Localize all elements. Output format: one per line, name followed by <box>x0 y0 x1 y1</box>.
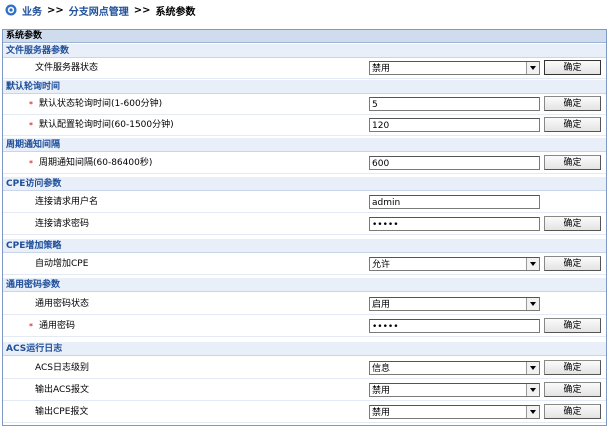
row-status-poll: * 默认状态轮询时间(1-600分钟) 5 确定 <box>3 95 606 115</box>
periodic-interval-input[interactable]: 600 <box>369 156 540 170</box>
section-common-password: 通用密码参数 <box>3 278 606 292</box>
breadcrumb-business-link[interactable]: 业务 <box>22 3 42 18</box>
status-poll-input[interactable]: 5 <box>369 97 540 111</box>
panel-title: 系统参数 <box>3 30 606 43</box>
chevron-down-icon[interactable] <box>526 62 539 74</box>
section-periodic: 周期通知间隔 <box>3 138 606 152</box>
row-common-password: * 通用密码 ••••• 确定 <box>3 317 606 337</box>
row-config-poll: * 默认配置轮询时间(60-1500分钟) 120 确定 <box>3 116 606 136</box>
cpe-msg-label: 输出CPE报文 <box>35 407 89 417</box>
config-poll-input[interactable]: 120 <box>369 118 540 132</box>
periodic-interval-label: 周期通知间隔(60-86400秒) <box>39 158 153 168</box>
chevron-down-icon[interactable] <box>526 362 539 374</box>
section-cpe-add: CPE增加策略 <box>3 239 606 253</box>
acs-level-label: ACS日志级别 <box>35 363 89 373</box>
row-acs-level: ACS日志级别 信息 确定 <box>3 359 606 379</box>
gear-logo-icon <box>5 4 17 16</box>
config-poll-label: 默认配置轮询时间(60-1500分钟) <box>39 120 174 130</box>
chevron-down-icon[interactable] <box>526 384 539 396</box>
system-params-panel: 系统参数 文件服务器参数 文件服务器状态 禁用 确定 默认轮询时间 * 默认状态… <box>2 29 607 426</box>
cpe-add-confirm-button[interactable]: 确定 <box>544 256 601 271</box>
cpe-username-input[interactable]: admin <box>369 195 540 209</box>
breadcrumb: 业务 >> 分支网点管理 >> 系统参数 <box>5 3 196 18</box>
breadcrumb-separator: >> <box>133 4 151 16</box>
cpe-auto-add-label: 自动增加CPE <box>35 259 89 269</box>
row-acs-msg: 输出ACS报文 禁用 确定 <box>3 381 606 401</box>
file-server-status-label: 文件服务器状态 <box>35 63 99 73</box>
common-password-input[interactable]: ••••• <box>369 319 540 333</box>
required-marker: * <box>29 322 33 331</box>
acs-level-select[interactable]: 信息 <box>369 361 540 375</box>
acs-msg-confirm-button[interactable]: 确定 <box>544 382 601 397</box>
section-cpe-access: CPE访问参数 <box>3 177 606 191</box>
file-server-confirm-button[interactable]: 确定 <box>544 60 601 75</box>
common-password-label: 通用密码 <box>39 321 76 331</box>
cpe-auto-add-select[interactable]: 允许 <box>369 257 540 271</box>
row-cpe-username: 连接请求用户名 admin <box>3 193 606 213</box>
status-poll-label: 默认状态轮询时间(1-600分钟) <box>39 99 163 109</box>
row-cpe-auto-add: 自动增加CPE 允许 确定 <box>3 255 606 275</box>
row-file-server-status: 文件服务器状态 禁用 确定 <box>3 59 606 79</box>
common-password-confirm-button[interactable]: 确定 <box>544 318 601 333</box>
cpe-msg-confirm-button[interactable]: 确定 <box>544 404 601 419</box>
required-marker: * <box>29 100 33 109</box>
periodic-confirm-button[interactable]: 确定 <box>544 155 601 170</box>
file-server-status-select[interactable]: 禁用 <box>369 61 540 75</box>
acs-msg-label: 输出ACS报文 <box>35 385 89 395</box>
required-marker: * <box>29 159 33 168</box>
cpe-access-confirm-button[interactable]: 确定 <box>544 216 601 231</box>
row-common-password-status: 通用密码状态 启用 <box>3 295 606 315</box>
acs-level-confirm-button[interactable]: 确定 <box>544 360 601 375</box>
cpe-password-input[interactable]: ••••• <box>369 217 540 231</box>
cpe-username-label: 连接请求用户名 <box>35 197 99 207</box>
section-file-server: 文件服务器参数 <box>3 44 606 58</box>
config-poll-confirm-button[interactable]: 确定 <box>544 117 601 132</box>
row-periodic-interval: * 周期通知间隔(60-86400秒) 600 确定 <box>3 154 606 174</box>
cpe-password-label: 连接请求密码 <box>35 219 90 229</box>
chevron-down-icon[interactable] <box>526 258 539 270</box>
row-cpe-password: 连接请求密码 ••••• 确定 <box>3 215 606 235</box>
breadcrumb-current: 系统参数 <box>155 6 196 18</box>
status-poll-confirm-button[interactable]: 确定 <box>544 96 601 111</box>
breadcrumb-branch-link[interactable]: 分支网点管理 <box>69 3 129 18</box>
section-acs-log: ACS运行日志 <box>3 342 606 356</box>
common-password-status-select[interactable]: 启用 <box>369 297 540 311</box>
cpe-msg-select[interactable]: 禁用 <box>369 405 540 419</box>
row-cpe-msg: 输出CPE报文 禁用 确定 <box>3 403 606 423</box>
common-password-status-label: 通用密码状态 <box>35 299 90 309</box>
section-polling: 默认轮询时间 <box>3 80 606 94</box>
required-marker: * <box>29 121 33 130</box>
chevron-down-icon[interactable] <box>526 298 539 310</box>
chevron-down-icon[interactable] <box>526 406 539 418</box>
acs-msg-select[interactable]: 禁用 <box>369 383 540 397</box>
breadcrumb-separator: >> <box>47 4 64 16</box>
